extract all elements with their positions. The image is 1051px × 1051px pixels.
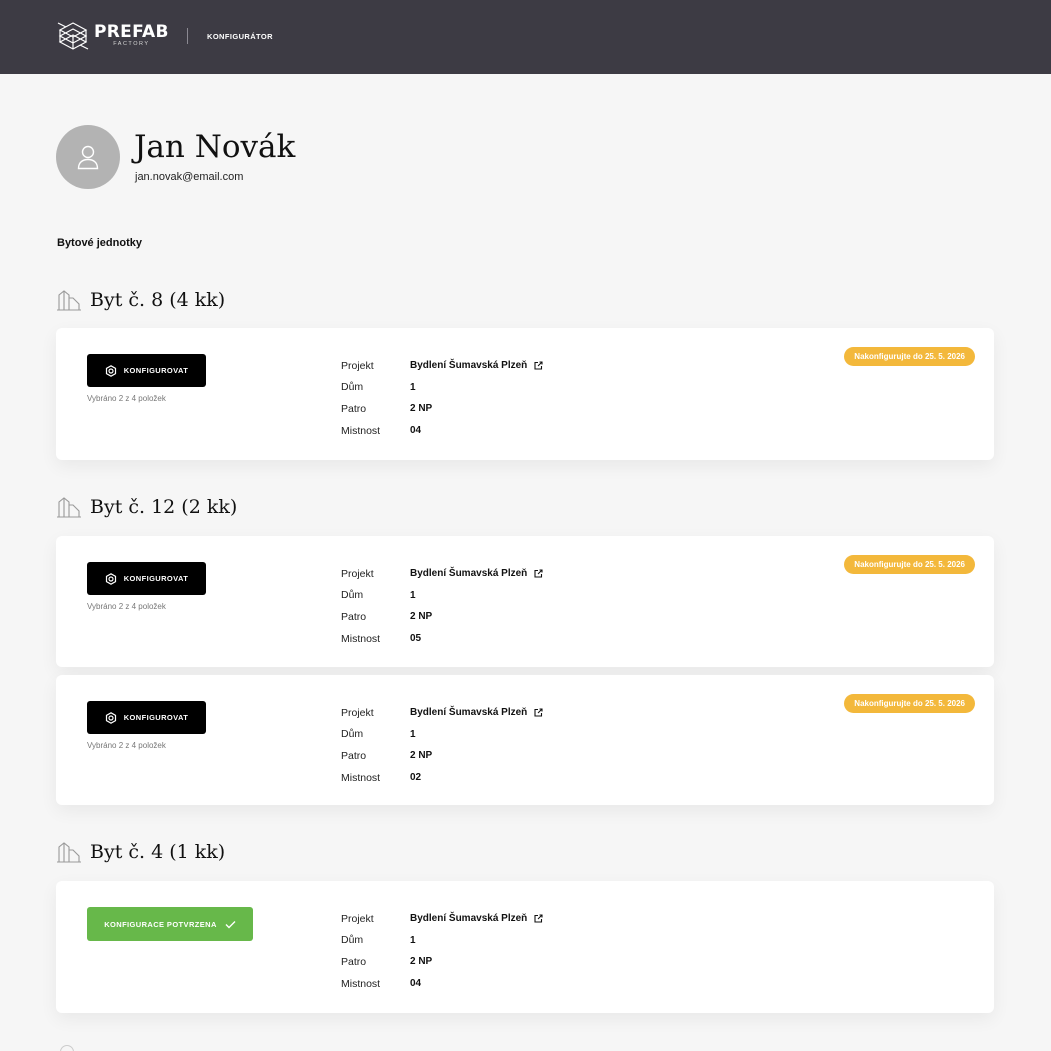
unit-title: Byt č. 4 (1 kk) <box>90 841 226 863</box>
project-link[interactable]: Bydlení Šumavská Plzeň <box>410 568 543 579</box>
house-outline-icon <box>57 842 81 863</box>
floor-label: Patro <box>341 610 367 623</box>
floor-label: Patro <box>341 402 367 415</box>
house-label: Dům <box>341 934 364 947</box>
room-label: Mistnost <box>341 424 381 437</box>
check-icon <box>225 920 236 928</box>
deadline-badge: Nakonfigurujte do 25. 5. 2026 <box>844 555 975 574</box>
configure-button[interactable]: KONFIGUROVAT <box>87 701 206 734</box>
project-link[interactable]: Bydlení Šumavská Plzeň <box>410 913 543 924</box>
house-outline-icon <box>57 497 81 518</box>
room-value: 02 <box>410 772 422 784</box>
selected-items-note: Vybráno 2 z 4 položek <box>87 394 166 403</box>
house-label: Dům <box>341 381 364 394</box>
gear-icon <box>105 364 116 377</box>
deadline-badge: Nakonfigurujte do 25. 5. 2026 <box>844 347 975 366</box>
next-unit-icon-partial <box>60 1045 74 1051</box>
logo-title: PREFAB <box>94 22 169 43</box>
unit-card: KONFIGUROVAT Vybráno 2 z 4 položek Proje… <box>56 675 994 805</box>
room-label: Mistnost <box>341 771 381 784</box>
floor-label: Patro <box>341 955 367 968</box>
top-bar: PREFAB FACTORY KONFIGURÁTOR <box>0 0 1051 74</box>
unit-card: KONFIGURACE POTVRZENA Projekt Bydlení Šu… <box>56 881 994 1013</box>
room-label: Mistnost <box>341 977 381 990</box>
project-link[interactable]: Bydlení Šumavská Plzeň <box>410 707 543 718</box>
house-value: 1 <box>410 728 416 740</box>
selected-items-note: Vybráno 2 z 4 položek <box>87 741 166 750</box>
house-value: 1 <box>410 589 416 601</box>
room-value: 04 <box>410 425 422 437</box>
nav-configurator[interactable]: KONFIGURÁTOR <box>207 32 273 41</box>
user-name: Jan Novák <box>134 129 296 165</box>
floor-value: 2 NP <box>410 611 433 623</box>
unit-details: Projekt Bydlení Šumavská Plzeň Dům 1 Pat… <box>341 908 543 994</box>
house-label: Dům <box>341 589 364 602</box>
user-icon <box>77 145 99 170</box>
house-outline-icon <box>57 290 81 311</box>
house-value: 1 <box>410 934 416 946</box>
prefab-logo-icon <box>57 22 89 50</box>
configure-label: KONFIGUROVAT <box>123 574 189 583</box>
external-link-icon <box>534 361 543 370</box>
unit-card: KONFIGUROVAT Vybráno 2 z 4 položek Proje… <box>56 536 994 667</box>
unit-heading: Byt č. 4 (1 kk) <box>57 841 225 863</box>
logo[interactable]: PREFAB FACTORY <box>57 21 169 51</box>
room-label: Mistnost <box>341 632 381 645</box>
house-value: 1 <box>410 381 416 393</box>
header-divider <box>187 28 188 44</box>
unit-heading: Byt č. 12 (2 kk) <box>57 496 237 518</box>
project-value: Bydlení Šumavská Plzeň <box>410 568 528 580</box>
configuration-confirmed-button[interactable]: KONFIGURACE POTVRZENA <box>87 907 253 941</box>
logo-subtitle: FACTORY <box>113 41 150 48</box>
project-label: Projekt <box>341 359 374 372</box>
configure-button[interactable]: KONFIGUROVAT <box>87 562 206 595</box>
unit-details: Projekt Bydlení Šumavská Plzeň Dům 1 Pat… <box>341 355 543 441</box>
gear-icon <box>105 711 116 724</box>
user-email: jan.novak@email.com <box>135 171 244 183</box>
project-label: Projekt <box>341 912 374 925</box>
floor-label: Patro <box>341 749 367 762</box>
unit-title: Byt č. 12 (2 kk) <box>90 496 238 518</box>
floor-value: 2 NP <box>410 750 433 762</box>
selected-items-note: Vybráno 2 z 4 položek <box>87 602 166 611</box>
confirmed-label: KONFIGURACE POTVRZENA <box>104 919 217 929</box>
configure-label: KONFIGUROVAT <box>123 366 189 375</box>
configure-button[interactable]: KONFIGUROVAT <box>87 354 206 387</box>
project-label: Projekt <box>341 567 374 580</box>
project-link[interactable]: Bydlení Šumavská Plzeň <box>410 360 543 371</box>
avatar <box>56 125 120 189</box>
project-value: Bydlení Šumavská Plzeň <box>410 913 528 925</box>
project-label: Projekt <box>341 706 374 719</box>
room-value: 05 <box>410 633 422 645</box>
unit-details: Projekt Bydlení Šumavská Plzeň Dům 1 Pat… <box>341 702 543 788</box>
configure-label: KONFIGUROVAT <box>123 713 189 722</box>
section-title: Bytové jednotky <box>57 237 142 249</box>
unit-card: KONFIGUROVAT Vybráno 2 z 4 položek Proje… <box>56 328 994 460</box>
house-label: Dům <box>341 728 364 741</box>
deadline-badge: Nakonfigurujte do 25. 5. 2026 <box>844 694 975 713</box>
project-value: Bydlení Šumavská Plzeň <box>410 360 528 372</box>
gear-icon <box>105 572 116 585</box>
unit-title: Byt č. 8 (4 kk) <box>90 289 226 311</box>
external-link-icon <box>534 914 543 923</box>
project-value: Bydlení Šumavská Plzeň <box>410 707 528 719</box>
floor-value: 2 NP <box>410 403 433 415</box>
unit-details: Projekt Bydlení Šumavská Plzeň Dům 1 Pat… <box>341 563 543 649</box>
external-link-icon <box>534 569 543 578</box>
floor-value: 2 NP <box>410 956 433 968</box>
external-link-icon <box>534 708 543 717</box>
unit-heading: Byt č. 8 (4 kk) <box>57 289 225 311</box>
room-value: 04 <box>410 978 422 990</box>
